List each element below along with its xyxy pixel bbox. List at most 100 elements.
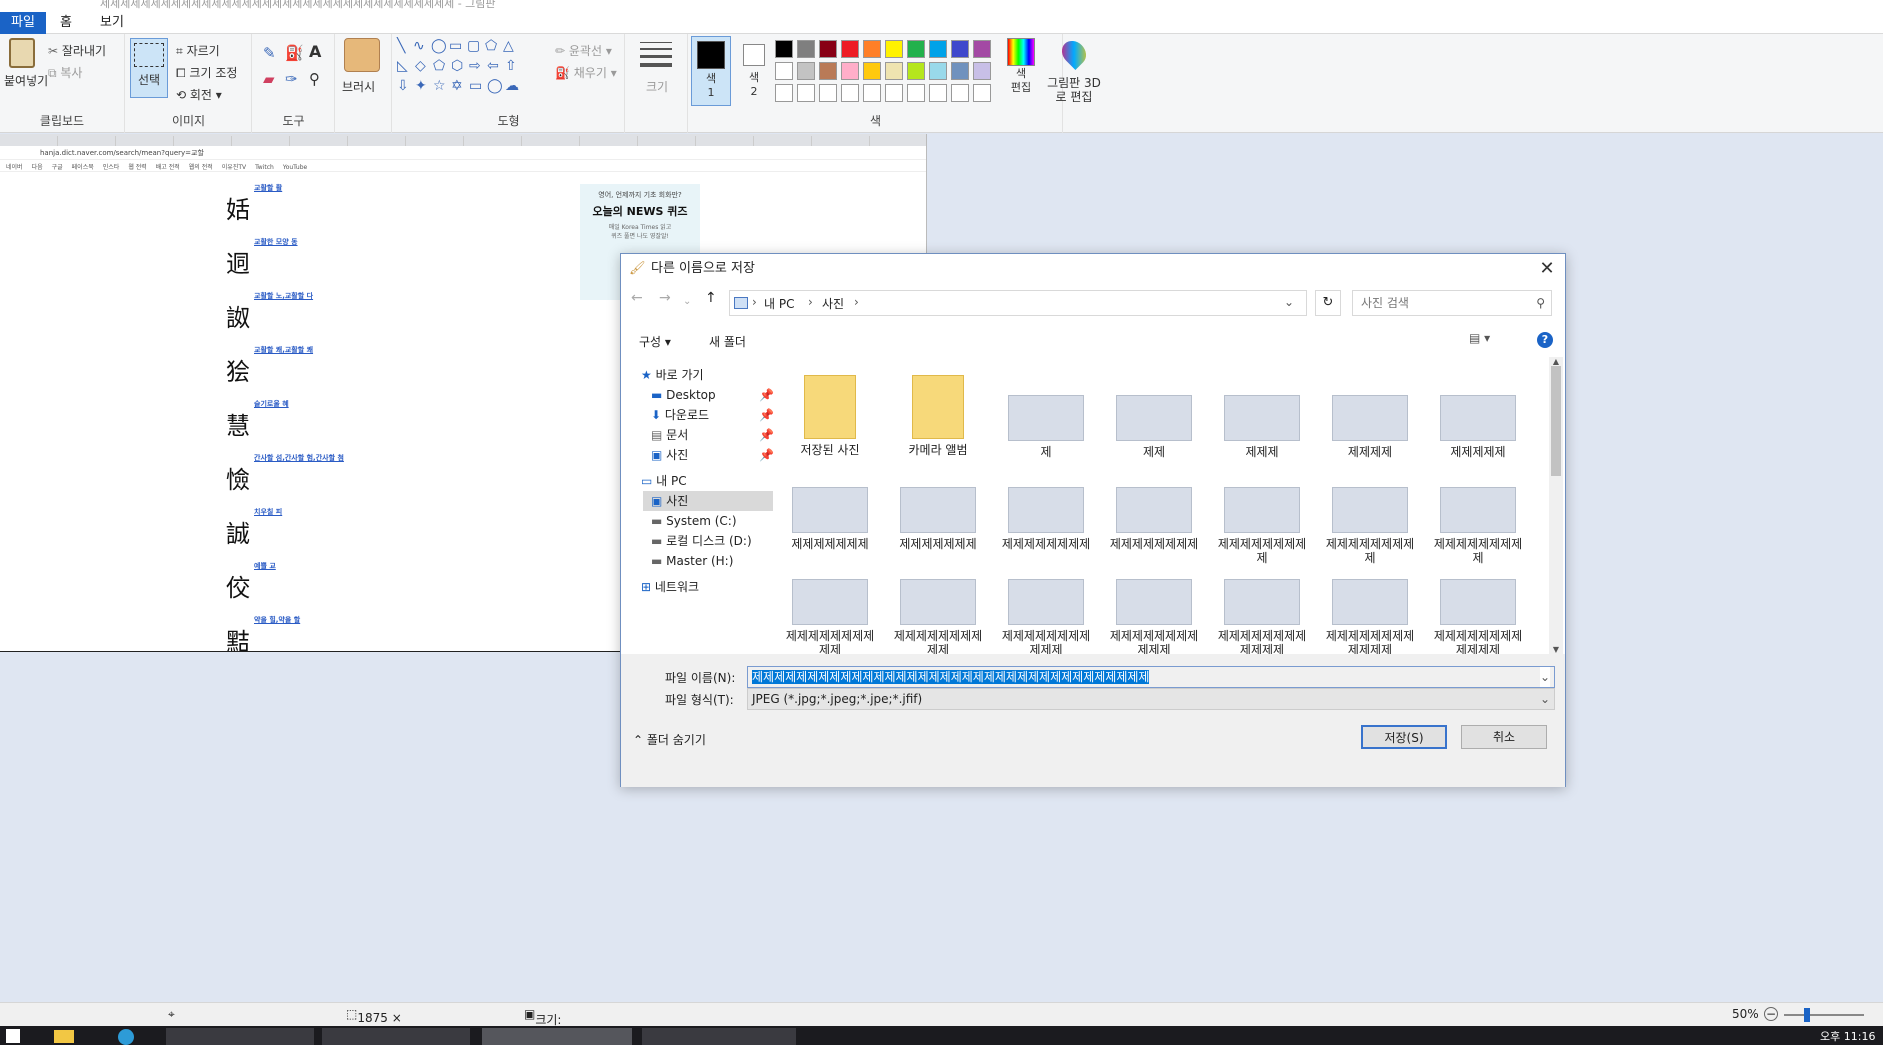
taskbar-app-paint[interactable] <box>482 1028 632 1045</box>
palette-swatch[interactable] <box>819 62 837 80</box>
palette-swatch-empty[interactable] <box>907 84 925 102</box>
taskbar-app[interactable] <box>642 1028 796 1045</box>
tab-home[interactable]: 홈 <box>50 12 82 34</box>
file-item[interactable]: 제제제제제제제제제 <box>1433 467 1523 565</box>
crop-button[interactable]: ⌗ 자르기 <box>176 42 220 59</box>
fill-button[interactable]: ⛽ 채우기 ▾ <box>555 64 617 81</box>
file-item[interactable]: 제제 <box>1109 375 1199 473</box>
filename-input[interactable]: 제제제제제제제제제제제제제제제제제제제제제제제제제제제제제제제제제제제제 ⌄ <box>747 666 1555 688</box>
scroll-up-icon[interactable]: ▲ <box>1549 357 1563 366</box>
save-button[interactable]: 저장(S) <box>1361 725 1447 749</box>
palette-swatch[interactable] <box>841 40 859 58</box>
address-dropdown-icon[interactable]: ⌄ <box>1284 295 1294 309</box>
zoom-slider-thumb[interactable] <box>1804 1008 1810 1022</box>
explorer-icon[interactable] <box>54 1030 74 1043</box>
palette-swatch[interactable] <box>797 62 815 80</box>
magnifier-icon[interactable]: ⚲ <box>309 70 320 88</box>
file-item[interactable]: 제제제제제제제제제 <box>1325 467 1415 565</box>
file-item[interactable]: 제제제제제제제제 <box>1001 467 1091 565</box>
polygon-shape-icon[interactable]: ⬠ <box>485 38 497 54</box>
file-item[interactable]: 제제제제제제제제제제제 <box>1001 559 1091 654</box>
breadcrumb-pictures[interactable]: 사진 <box>822 295 844 312</box>
palette-swatch[interactable] <box>907 62 925 80</box>
palette-swatch[interactable] <box>929 62 947 80</box>
taskbar-app[interactable] <box>322 1028 470 1045</box>
file-item[interactable]: 제제제제제제제제제제 <box>893 559 983 654</box>
hanja-entry-title[interactable]: 교활할 노,교활할 다 <box>254 292 313 300</box>
file-item[interactable]: 제제제제제제제제제 <box>1217 467 1307 565</box>
nav-network[interactable]: ⊞ 네트워크 <box>641 577 699 597</box>
size-group[interactable]: 크기 <box>626 34 688 133</box>
palette-swatch[interactable] <box>951 40 969 58</box>
hanja-entry-title[interactable]: 교활한 모양 동 <box>254 238 298 246</box>
file-item[interactable]: 제제제제제 <box>1433 375 1523 473</box>
hanja-entry-title[interactable]: 교활할 쾌,교활할 쾌 <box>254 346 313 354</box>
rectangle-shape-icon[interactable]: ▭ <box>449 38 462 54</box>
close-icon[interactable]: ✕ <box>1535 258 1559 280</box>
palette-swatch-empty[interactable] <box>951 84 969 102</box>
up-button[interactable]: ↑ <box>705 290 717 316</box>
eraser-icon[interactable]: ▰ <box>263 70 275 88</box>
callout-oval-shape-icon[interactable]: ◯ <box>487 78 503 94</box>
arrow-down-shape-icon[interactable]: ⇩ <box>397 78 409 94</box>
callout-rect-shape-icon[interactable]: ▭ <box>469 78 482 94</box>
palette-swatch-empty[interactable] <box>973 84 991 102</box>
filetype-select[interactable]: JPEG (*.jpg;*.jpeg;*.jpe;*.jfif) ⌄ <box>747 688 1555 710</box>
folder-item[interactable]: 카메라 앨범 <box>893 375 983 471</box>
file-item[interactable]: 제제제제 <box>1325 375 1415 473</box>
palette-swatch[interactable] <box>797 40 815 58</box>
fill-icon[interactable]: ⛽ <box>285 44 304 62</box>
file-item[interactable]: 제제제제제제제제제제제제 <box>1217 559 1307 654</box>
star4-shape-icon[interactable]: ✦ <box>415 78 427 94</box>
hanja-entry-title[interactable]: 약을 힐,약을 할 <box>254 616 300 624</box>
palette-swatch-empty[interactable] <box>841 84 859 102</box>
triangle-shape-icon[interactable]: △ <box>503 38 514 54</box>
hanja-entry-title[interactable]: 예쁠 교 <box>254 562 276 570</box>
file-item[interactable]: 제제제 <box>1217 375 1307 473</box>
nav-pictures[interactable]: ▣ 사진 📌 <box>651 445 774 465</box>
canvas-area[interactable]: hanja.dict.naver.com/search/mean?query=교… <box>0 134 1883 1002</box>
file-scrollbar[interactable]: ▲ ▼ <box>1549 357 1563 654</box>
breadcrumb-this-pc[interactable]: 내 PC <box>764 295 794 312</box>
palette-swatch[interactable] <box>951 62 969 80</box>
hide-folders-button[interactable]: ⌃ 폴더 숨기기 <box>633 731 706 748</box>
palette-swatch[interactable] <box>929 40 947 58</box>
oval-shape-icon[interactable]: ◯ <box>431 38 447 54</box>
new-folder-button[interactable]: 새 폴더 <box>709 333 746 350</box>
file-item[interactable]: 제제제제제제제제제제제제 <box>1325 559 1415 654</box>
outline-button[interactable]: ✏ 윤곽선 ▾ <box>555 42 612 59</box>
arrow-left-shape-icon[interactable]: ⇦ <box>487 58 499 74</box>
palette-swatch[interactable] <box>973 62 991 80</box>
text-icon[interactable]: A <box>309 42 321 61</box>
pentagon-shape-icon[interactable]: ⬠ <box>433 58 445 74</box>
file-item[interactable]: 제제제제제제제제 <box>1109 467 1199 565</box>
select-button[interactable]: 선택 <box>130 38 168 98</box>
nav-downloads[interactable]: ⬇ 다운로드 📌 <box>651 405 774 425</box>
view-options-icon[interactable]: ▤ ▾ <box>1469 331 1490 345</box>
palette-swatch[interactable] <box>863 62 881 80</box>
edit-colors-button[interactable]: 색 편집 <box>1001 38 1041 94</box>
folder-item[interactable]: 저장된 사진 <box>785 375 875 471</box>
resize-button[interactable]: ⧠ 크기 조정 <box>176 64 237 81</box>
nav-local-d[interactable]: ▬ 로컬 디스크 (D:) <box>651 531 752 551</box>
palette-swatch[interactable] <box>863 40 881 58</box>
back-button[interactable]: ← <box>631 290 643 316</box>
file-item[interactable]: 제제제제제제제제제제제 <box>1109 559 1199 654</box>
star5-shape-icon[interactable]: ☆ <box>433 78 446 94</box>
nav-documents[interactable]: ▤ 문서 📌 <box>651 425 774 445</box>
help-icon[interactable]: ? <box>1537 332 1553 348</box>
palette-swatch[interactable] <box>775 62 793 80</box>
hanja-entry-title[interactable]: 간사할 섬,간사할 험,간사할 첨 <box>254 454 344 462</box>
tab-view[interactable]: 보기 <box>90 12 134 34</box>
filename-dropdown-icon[interactable]: ⌄ <box>1539 667 1550 687</box>
nav-desktop[interactable]: ▬ Desktop 📌 <box>651 385 774 405</box>
hanja-entry-title[interactable]: 슬기로울 혜 <box>254 400 289 408</box>
hexagon-shape-icon[interactable]: ⬡ <box>451 58 463 74</box>
nav-this-pc[interactable]: ▭ 내 PC <box>641 471 687 491</box>
color-picker-icon[interactable]: ✑ <box>285 70 298 88</box>
palette-swatch-empty[interactable] <box>929 84 947 102</box>
nav-master-h[interactable]: ▬ Master (H:) <box>651 551 733 571</box>
cloud-callout-shape-icon[interactable]: ☁ <box>505 78 519 94</box>
palette-swatch-empty[interactable] <box>819 84 837 102</box>
rounded-rect-shape-icon[interactable]: ▢ <box>467 38 480 54</box>
